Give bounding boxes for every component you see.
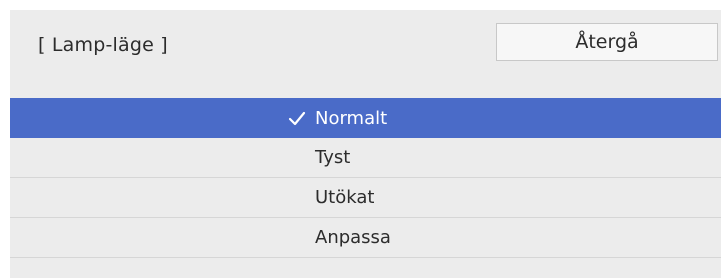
option-label: Utökat bbox=[315, 187, 375, 208]
checkmark-icon bbox=[288, 111, 306, 126]
option-label: Tyst bbox=[315, 147, 351, 168]
page-title: [ Lamp-läge ] bbox=[38, 34, 168, 56]
option-utokat[interactable]: Utökat bbox=[10, 178, 721, 218]
back-button[interactable]: Återgå bbox=[496, 23, 718, 61]
option-label: Anpassa bbox=[315, 227, 391, 248]
option-list: Normalt Tyst Utökat Anpassa bbox=[10, 98, 721, 258]
option-tyst[interactable]: Tyst bbox=[10, 138, 721, 178]
option-normalt[interactable]: Normalt bbox=[10, 98, 721, 138]
option-anpassa[interactable]: Anpassa bbox=[10, 218, 721, 258]
panel-header: [ Lamp-läge ] Återgå bbox=[10, 10, 721, 85]
option-label: Normalt bbox=[315, 108, 388, 129]
lamp-mode-panel: [ Lamp-läge ] Återgå Normalt Tyst Utökat… bbox=[10, 10, 721, 278]
